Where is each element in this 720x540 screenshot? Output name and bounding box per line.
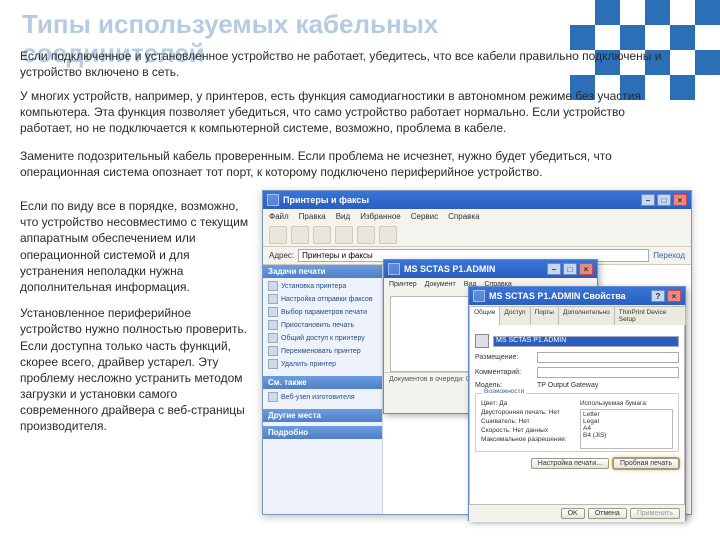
menu-item[interactable]: Принтер [389, 281, 417, 288]
task-icon [268, 294, 278, 304]
window-titlebar[interactable]: MS SCTAS P1.ADMIN Свойства ? × [469, 287, 685, 305]
toolbar[interactable] [263, 223, 691, 247]
maximize-button[interactable]: □ [657, 194, 671, 206]
task-link[interactable]: Установка принтера [268, 281, 377, 291]
pane-header[interactable]: Задачи печати [263, 265, 382, 278]
minimize-button[interactable]: – [547, 263, 561, 275]
task-icon [268, 281, 278, 291]
comment-field[interactable] [537, 367, 679, 378]
window-title: Принтеры и факсы [283, 195, 369, 205]
paragraph: Если подключенное и установленное устрой… [20, 48, 675, 80]
address-label: Адрес: [269, 251, 294, 260]
window-title: MS SCTAS P1.ADMIN Свойства [489, 291, 626, 301]
task-icon [268, 307, 278, 317]
model-value: TP Output Gateway [537, 382, 598, 389]
link-icon [268, 392, 278, 402]
menu-item[interactable]: Справка [448, 212, 479, 221]
app-icon [267, 194, 279, 206]
task-icon [268, 333, 278, 343]
search-button[interactable] [335, 226, 353, 244]
name-field[interactable]: MS SCTAS P1.ADMIN [493, 336, 679, 347]
apply-button[interactable]: Применить [630, 508, 680, 519]
task-link[interactable]: Приостановить печать [268, 320, 377, 330]
task-icon [268, 359, 278, 369]
task-link[interactable]: Настройка отправки факсов [268, 294, 377, 304]
close-button[interactable]: × [673, 194, 687, 206]
task-link[interactable]: Переименовать принтер [268, 346, 377, 356]
close-button[interactable]: × [667, 290, 681, 302]
paragraph: Замените подозрительный кабель проверенн… [20, 148, 675, 180]
group-label: Возможности [482, 388, 526, 395]
task-link[interactable]: Удалить принтер [268, 359, 377, 369]
ok-button[interactable]: OK [561, 508, 585, 519]
task-link[interactable]: Выбор параметров печати [268, 307, 377, 317]
comment-label: Комментарий: [475, 369, 533, 376]
app-icon [473, 290, 485, 302]
printers-window: Принтеры и факсы – □ × Файл Правка Вид И… [262, 190, 692, 515]
views-button[interactable] [379, 226, 397, 244]
dialog-buttons: OK Отмена Применить [469, 505, 685, 522]
menu-bar[interactable]: Файл Правка Вид Избранное Сервис Справка [263, 209, 691, 223]
tab-thinprint[interactable]: ThinPrint Device Setup [614, 306, 686, 325]
task-icon [268, 346, 278, 356]
tab-advanced[interactable]: Дополнительно [558, 306, 615, 325]
capabilities-group: Возможности Цвет: Да Двусторонняя печать… [475, 393, 679, 452]
tab-body: MS SCTAS P1.ADMIN Размещение: Комментари… [469, 325, 685, 505]
forward-button[interactable] [291, 226, 309, 244]
window-titlebar[interactable]: Принтеры и факсы – □ × [263, 191, 691, 209]
left-column: Если по виду все в порядке, возможно, чт… [20, 198, 255, 445]
printer-icon [475, 334, 489, 348]
tasks-pane: Задачи печати Установка принтера Настрой… [263, 265, 383, 514]
window-title: MS SCTAS P1.ADMIN [404, 264, 495, 274]
tab-strip[interactable]: Общие Доступ Порты Дополнительно ThinPri… [469, 305, 685, 325]
minimize-button[interactable]: – [641, 194, 655, 206]
menu-item[interactable]: Сервис [411, 212, 438, 221]
paragraph: Установленное периферийное устройство ну… [20, 305, 255, 435]
app-icon [388, 263, 400, 275]
pane-header[interactable]: Другие места [263, 409, 382, 422]
tab-general[interactable]: Общие [469, 306, 500, 325]
menu-item[interactable]: Правка [299, 212, 326, 221]
menu-item[interactable]: Вид [336, 212, 350, 221]
task-link[interactable]: Общий доступ к принтеру [268, 333, 377, 343]
test-print-button[interactable]: Пробная печать [613, 458, 679, 469]
help-button[interactable]: ? [651, 290, 665, 302]
tab-access[interactable]: Доступ [499, 306, 530, 325]
up-button[interactable] [313, 226, 331, 244]
paragraph: У многих устройств, например, у принтеро… [20, 88, 675, 137]
folders-button[interactable] [357, 226, 375, 244]
location-label: Размещение: [475, 354, 533, 361]
task-icon [268, 320, 278, 330]
close-button[interactable]: × [579, 263, 593, 275]
cancel-button[interactable]: Отмена [588, 508, 627, 519]
pane-header[interactable]: Подробно [263, 426, 382, 439]
print-prefs-button[interactable]: Настройка печати... [531, 458, 609, 469]
see-link[interactable]: Веб-узел изготовителя [268, 392, 377, 402]
tab-ports[interactable]: Порты [530, 306, 559, 325]
maximize-button[interactable]: □ [563, 263, 577, 275]
menu-item[interactable]: Файл [269, 212, 289, 221]
menu-item[interactable]: Избранное [360, 212, 401, 221]
window-titlebar[interactable]: MS SCTAS P1.ADMIN – □ × [384, 260, 597, 278]
paper-list[interactable]: Letter Legal A4 B4 (JIS) [580, 409, 673, 449]
back-button[interactable] [269, 226, 287, 244]
pane-header[interactable]: См. также [263, 376, 382, 389]
go-button[interactable]: Переход [653, 251, 685, 260]
location-field[interactable] [537, 352, 679, 363]
menu-item[interactable]: Документ [425, 281, 456, 288]
paragraph: Если по виду все в порядке, возможно, чт… [20, 198, 255, 295]
printer-properties-dialog: MS SCTAS P1.ADMIN Свойства ? × Общие Дос… [468, 286, 686, 521]
